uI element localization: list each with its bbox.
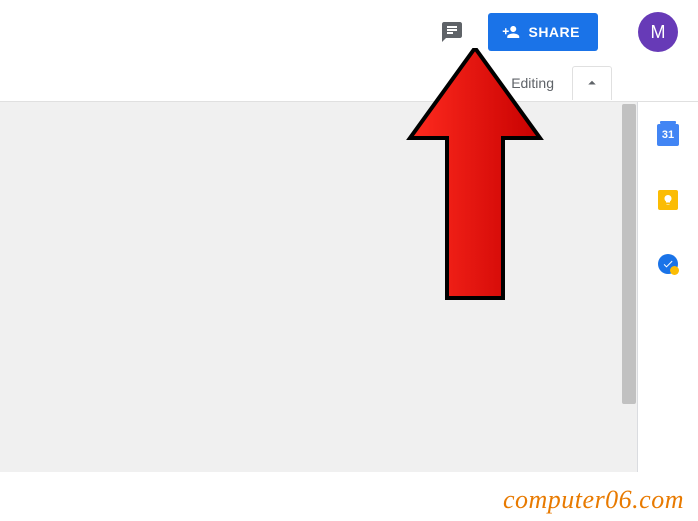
check-icon xyxy=(662,258,674,270)
share-button-label: SHARE xyxy=(528,24,580,40)
comment-icon xyxy=(440,20,464,44)
tasks-app-icon[interactable] xyxy=(658,254,678,274)
document-canvas[interactable] xyxy=(0,102,638,472)
chevron-up-icon xyxy=(583,74,601,92)
account-avatar[interactable]: M xyxy=(638,12,678,52)
keep-app-icon[interactable] xyxy=(658,190,678,210)
lightbulb-icon xyxy=(662,194,674,206)
watermark-text: computer06.com xyxy=(503,485,684,515)
collapse-toolbar-button[interactable] xyxy=(572,66,612,100)
scrollbar-thumb[interactable] xyxy=(622,104,636,404)
share-button[interactable]: SHARE xyxy=(488,13,598,51)
calendar-day-number: 31 xyxy=(662,129,674,141)
comments-button[interactable] xyxy=(434,14,470,50)
calendar-app-icon[interactable]: 31 xyxy=(657,124,679,146)
body-row: 31 xyxy=(0,102,698,472)
pencil-icon xyxy=(485,75,501,91)
editing-mode-label: Editing xyxy=(511,75,554,91)
side-panel: 31 xyxy=(638,102,698,472)
editing-mode-dropdown[interactable]: Editing xyxy=(475,69,564,97)
person-add-icon xyxy=(502,23,520,41)
avatar-letter: M xyxy=(651,22,666,43)
top-bar: SHARE M xyxy=(0,0,698,64)
toolbar-row: Editing xyxy=(0,64,698,102)
vertical-scrollbar[interactable] xyxy=(622,104,636,470)
